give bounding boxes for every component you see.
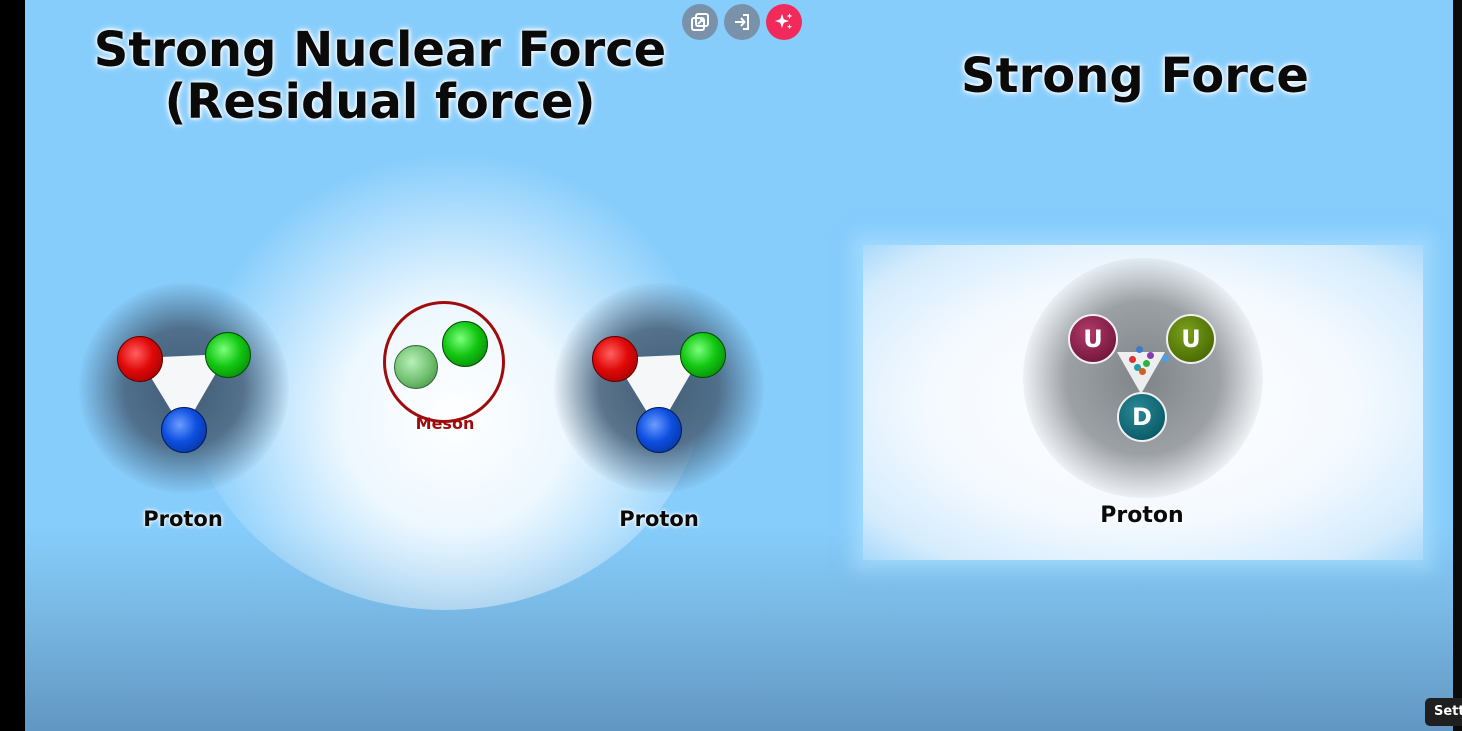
- meson-label: Meson: [415, 414, 475, 433]
- left-proton-blue-quark: [161, 407, 207, 453]
- middle-proton-blue-quark: [636, 407, 682, 453]
- up-quark-magenta: U: [1068, 314, 1118, 364]
- gluon-particle: [1162, 355, 1169, 362]
- popout-button[interactable]: [682, 4, 718, 40]
- up-quark-olive: U: [1166, 314, 1216, 364]
- meson-pale-green-quark: [394, 345, 438, 389]
- gluon-particle: [1136, 346, 1143, 353]
- gluon-particle: [1139, 368, 1146, 375]
- player-right-edge: [1453, 0, 1462, 731]
- residual-force-title-line2: (Residual force): [164, 74, 596, 130]
- enter-button[interactable]: [724, 4, 760, 40]
- gluon-particle: [1147, 352, 1154, 359]
- residual-force-title: Strong Nuclear Force (Residual force): [85, 24, 675, 128]
- gluon-particle: [1129, 356, 1136, 363]
- meson-green-quark: [442, 321, 488, 367]
- left-proton-red-quark: [117, 336, 163, 382]
- right-proton-gluon-field: [1117, 352, 1165, 394]
- left-proton-green-quark: [205, 332, 251, 378]
- sparkle-icon: [775, 13, 793, 30]
- right-proton-label: Proton: [1100, 503, 1184, 528]
- video-slide: Strong Nuclear Force (Residual force) St…: [25, 0, 1453, 731]
- middle-proton-label: Proton: [619, 507, 699, 531]
- middle-proton-red-quark: [592, 336, 638, 382]
- residual-force-title-line1: Strong Nuclear Force: [93, 22, 667, 78]
- middle-proton-green-quark: [680, 332, 726, 378]
- gluon-particle: [1143, 360, 1150, 367]
- enter-icon: [735, 14, 749, 30]
- popout-icon: [691, 13, 709, 31]
- strong-force-title: Strong Force: [961, 48, 1309, 104]
- settings-button[interactable]: Settings: [1425, 698, 1462, 726]
- left-proton-label: Proton: [143, 507, 223, 531]
- floating-controls: [682, 4, 802, 40]
- down-quark-teal: D: [1117, 392, 1167, 442]
- sparkle-button[interactable]: [766, 4, 802, 40]
